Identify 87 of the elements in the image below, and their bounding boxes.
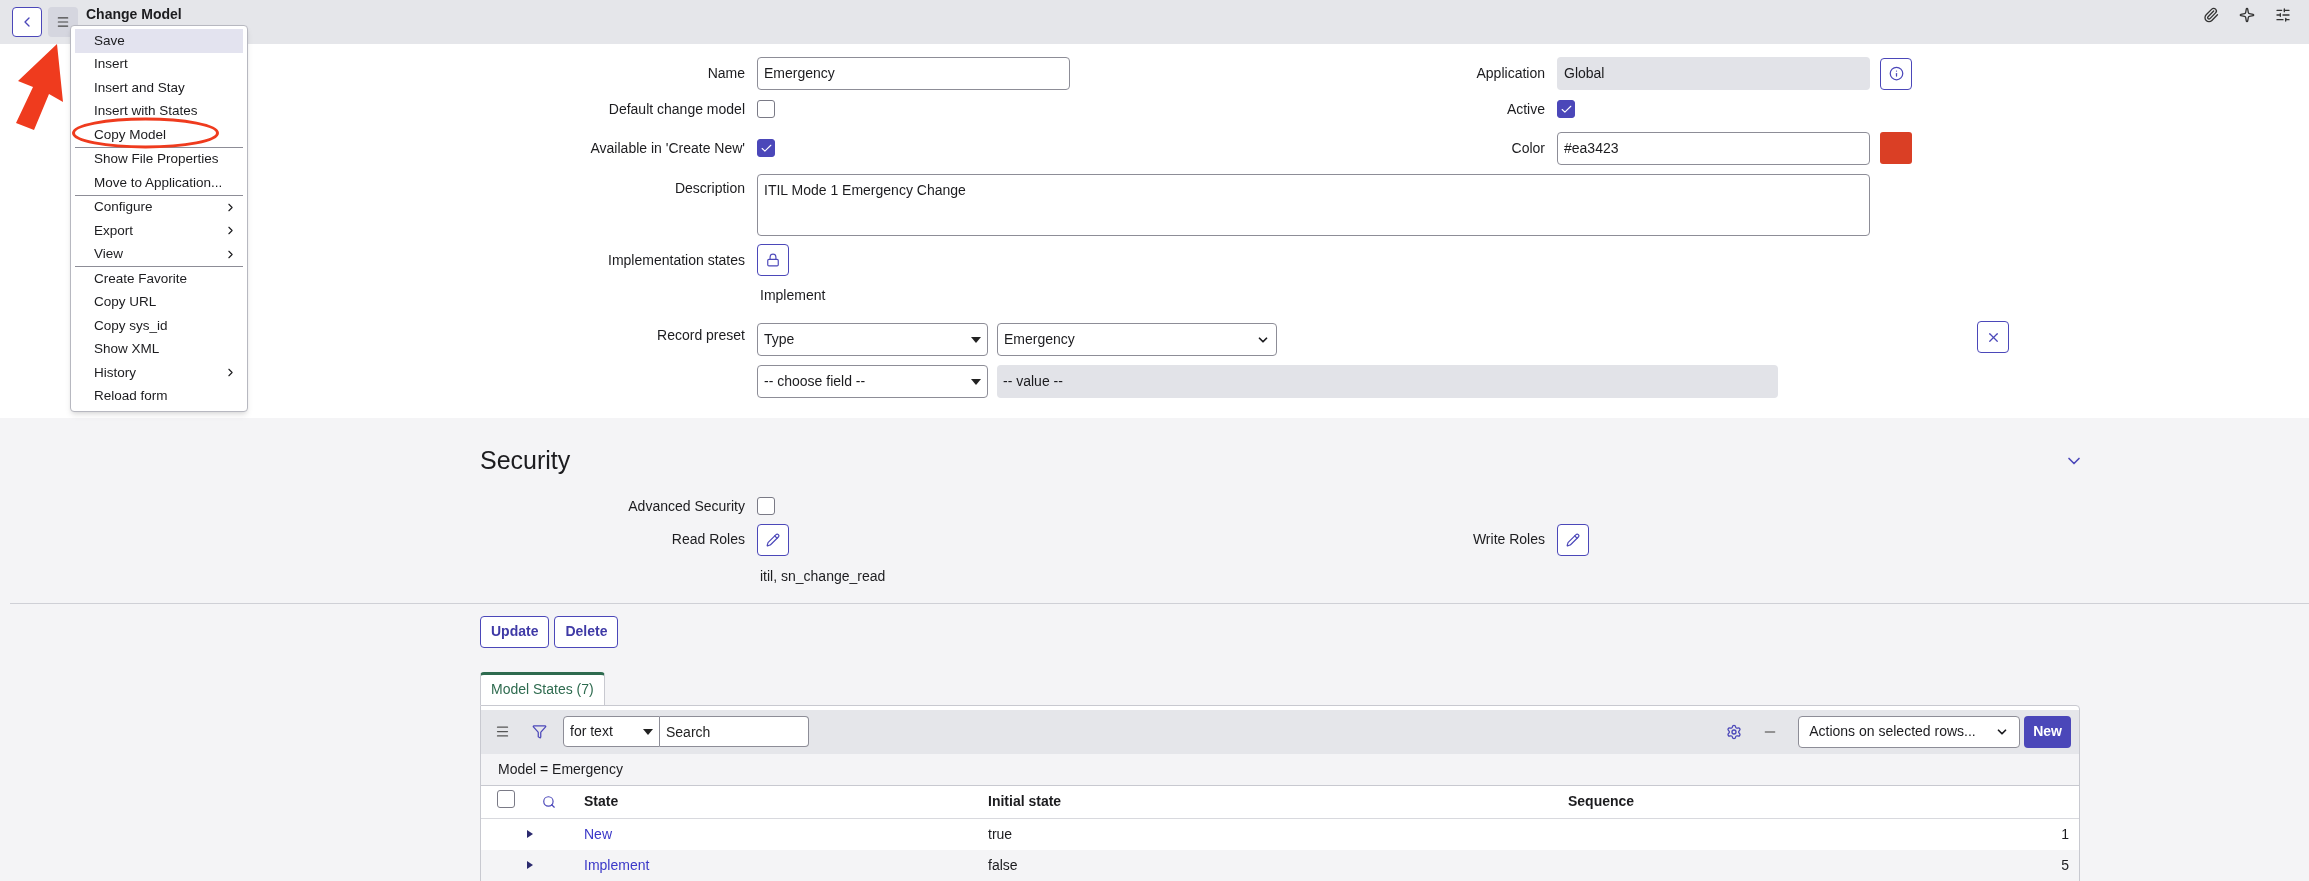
table-cell: 5 — [2061, 856, 2069, 873]
expand-icon[interactable] — [527, 830, 533, 838]
field-label: Application — [1476, 65, 1545, 81]
edit-button[interactable] — [1557, 523, 1589, 556]
sparkle-icon[interactable] — [2239, 7, 2255, 23]
filter-breadcrumb: Model = Emergency — [498, 759, 623, 779]
info-button[interactable] — [1880, 57, 1912, 90]
search-type-select[interactable]: for text — [563, 716, 660, 747]
table-cell: false — [988, 856, 1018, 873]
menu-item[interactable]: Create Favorite — [75, 267, 243, 291]
field-label: Advanced Security — [628, 497, 745, 514]
checkbox[interactable] — [757, 139, 775, 157]
menu-icon[interactable] — [495, 724, 510, 739]
field-select[interactable]: Type — [757, 323, 988, 356]
menu-item[interactable]: Export — [75, 219, 243, 243]
menu-item[interactable]: Copy URL — [75, 290, 243, 314]
field-label: Record preset — [657, 327, 745, 343]
back-button[interactable] — [12, 7, 42, 37]
field-label: Color — [1511, 139, 1545, 156]
settings-icon[interactable] — [1726, 723, 1743, 740]
field-label: Available in 'Create New' — [590, 139, 745, 156]
color-swatch[interactable] — [1880, 132, 1912, 164]
menu-item[interactable]: Copy Model — [75, 123, 243, 147]
actions-select[interactable]: Actions on selected rows... — [1798, 715, 2021, 748]
field-label: Implementation states — [608, 251, 745, 268]
field-value: Implement — [760, 287, 826, 303]
menu-item[interactable]: Reload form — [75, 384, 243, 408]
state-link[interactable]: Implement — [584, 856, 650, 873]
lock-button[interactable] — [757, 244, 789, 276]
menu-item[interactable]: View — [75, 242, 243, 266]
section-heading: Security — [480, 445, 571, 476]
value-field: -- value -- — [997, 365, 1778, 398]
menu-item[interactable]: Insert and Stay — [75, 76, 243, 100]
column-header[interactable]: Initial state — [988, 793, 1062, 809]
info-icon — [1888, 66, 1904, 81]
caret-icon — [971, 378, 981, 385]
application-field: Global — [1557, 57, 1870, 90]
remove-button[interactable] — [1977, 321, 2009, 353]
column-header[interactable]: Sequence — [1568, 793, 1635, 809]
state-link[interactable]: New — [584, 825, 612, 842]
search-field[interactable]: Search — [660, 716, 809, 747]
checkbox[interactable] — [1557, 100, 1575, 118]
pencil-icon — [766, 532, 780, 547]
menu-item[interactable]: Insert with States — [75, 99, 243, 123]
menu-item[interactable]: History — [75, 361, 243, 385]
checkbox[interactable] — [757, 497, 775, 515]
expand-icon[interactable] — [527, 861, 533, 869]
page-title: Change Model — [86, 5, 182, 24]
edit-button[interactable] — [757, 523, 789, 556]
form-button[interactable]: Delete — [554, 615, 619, 648]
menu-item[interactable]: Show XML — [75, 337, 243, 361]
lock-icon — [766, 253, 780, 267]
form-button[interactable]: Update — [480, 615, 550, 648]
field-label: Write Roles — [1472, 531, 1545, 547]
menu-icon — [56, 15, 70, 29]
field-label: Name — [707, 65, 745, 81]
value-select[interactable]: Emergency — [997, 323, 1277, 356]
choose-field-select[interactable]: -- choose field -- — [757, 365, 988, 398]
pencil-icon — [1566, 532, 1580, 547]
table-cell: 1 — [2061, 825, 2069, 842]
description-field[interactable]: ITIL Mode 1 Emergency Change — [757, 174, 1870, 236]
field-label: Read Roles — [671, 531, 745, 547]
search-icon[interactable] — [542, 794, 556, 809]
menu-item[interactable]: Save — [75, 29, 243, 53]
checkbox[interactable] — [757, 100, 775, 118]
menu-item[interactable]: Configure — [75, 195, 243, 219]
menu-item[interactable]: Show File Properties — [75, 147, 243, 171]
menu-item[interactable]: Insert — [75, 52, 243, 76]
roles-value: itil, sn_change_read — [760, 567, 886, 584]
column-header[interactable]: State — [584, 793, 619, 809]
field-label: Active — [1506, 100, 1545, 117]
field-label: Default change model — [608, 100, 745, 117]
caret-icon — [643, 728, 653, 735]
color-field[interactable]: #ea3423 — [1557, 131, 1870, 165]
caret-icon — [971, 336, 981, 343]
name-field[interactable]: Emergency — [757, 57, 1070, 90]
paperclip-icon[interactable] — [2203, 7, 2219, 23]
menu-item[interactable]: Move to Application... — [75, 171, 243, 195]
settings-icon[interactable] — [2275, 7, 2291, 23]
new-button[interactable]: New — [2024, 715, 2071, 748]
filter-icon[interactable] — [532, 724, 547, 739]
list-tab[interactable]: Model States (7) — [480, 671, 605, 705]
menu-button[interactable] — [48, 7, 78, 37]
table-cell: true — [988, 825, 1013, 842]
checkbox[interactable] — [497, 789, 515, 808]
menu-item[interactable]: Copy sys_id — [75, 314, 243, 338]
field-label: Description — [674, 180, 745, 196]
